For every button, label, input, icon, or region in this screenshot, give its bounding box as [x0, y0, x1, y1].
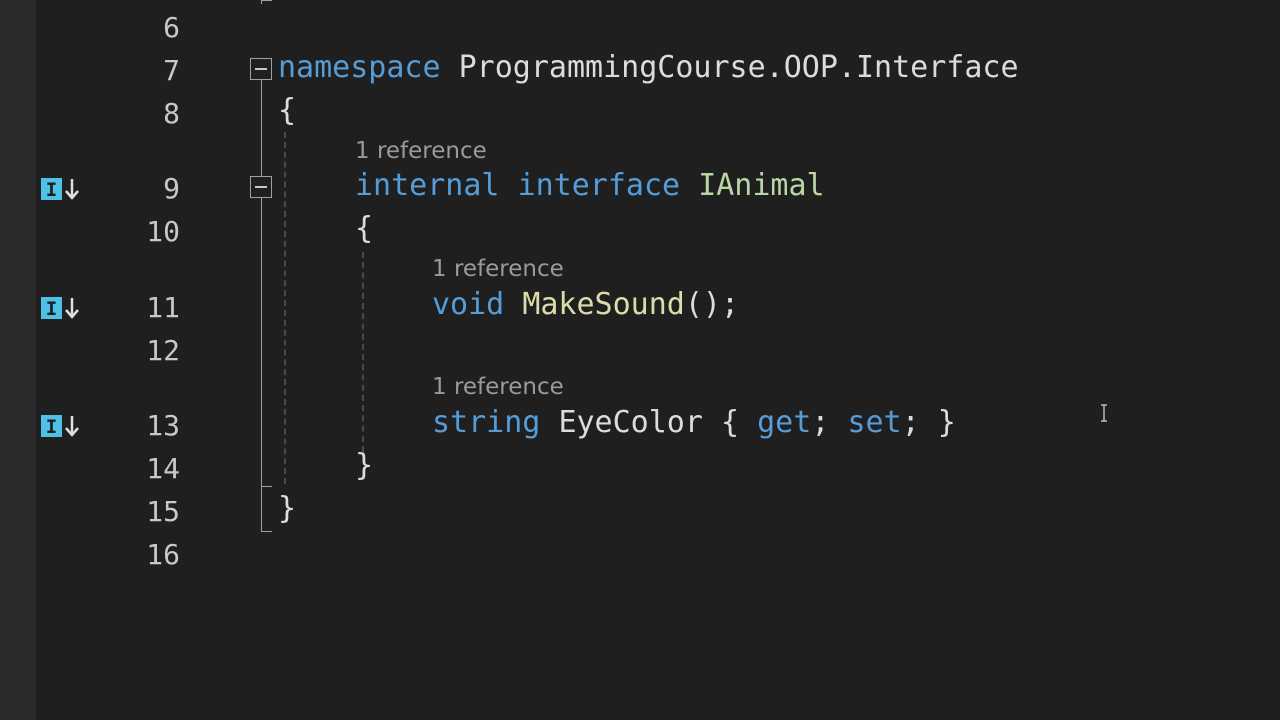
code-line-8[interactable]: { — [278, 96, 296, 126]
code-line-7[interactable]: namespace ProgrammingCourse.OOP.Interfac… — [278, 53, 1019, 83]
method-name: MakeSound — [522, 287, 685, 322]
line-number: 16 — [146, 538, 180, 571]
property-name: EyeColor — [558, 405, 703, 440]
close-brace: } — [278, 491, 297, 526]
line-number: 12 — [146, 334, 180, 367]
method-parens: (); — [684, 287, 740, 322]
property-close: ; } — [901, 405, 956, 440]
svg-text:I: I — [46, 179, 57, 201]
codelens-references[interactable]: 1 reference — [432, 376, 564, 399]
line-number: 9 — [163, 172, 180, 205]
keyword-namespace: namespace — [278, 50, 441, 85]
line-number: 8 — [163, 97, 180, 130]
open-brace: { — [278, 93, 297, 128]
keyword-internal: internal — [355, 168, 500, 203]
line-number: 7 — [163, 54, 180, 87]
property-open: { — [702, 405, 758, 440]
semicolon: ; — [811, 405, 848, 440]
collapse-minus-icon[interactable] — [250, 176, 272, 198]
line-number: 11 — [146, 291, 180, 324]
code-line-9[interactable]: internal interface IAnimal — [355, 171, 825, 201]
codelens-references[interactable]: 1 reference — [432, 258, 564, 281]
keyword-get: get — [757, 405, 812, 440]
code-editor[interactable]: 6 7 8 9 10 11 12 13 14 15 16 I I I names… — [0, 0, 1280, 720]
code-line-10[interactable]: { — [355, 214, 373, 244]
code-line-11[interactable]: void MakeSound(); — [432, 290, 739, 320]
keyword-set: set — [847, 405, 902, 440]
keyword-string: string — [432, 405, 541, 440]
code-line-15[interactable]: } — [278, 494, 296, 524]
implemented-by-icon[interactable]: I — [40, 413, 82, 439]
fold-line — [261, 0, 262, 4]
svg-text:I: I — [46, 298, 57, 320]
indent-guide — [284, 132, 286, 484]
fold-end-marker — [261, 531, 272, 532]
text-cursor-icon — [1101, 404, 1107, 422]
open-brace: { — [355, 211, 374, 246]
keyword-interface: interface — [517, 168, 681, 203]
close-brace: } — [355, 448, 374, 483]
fold-end-marker — [261, 486, 272, 487]
interface-name: IAnimal — [698, 168, 825, 203]
implemented-by-icon[interactable]: I — [40, 176, 82, 202]
fold-end-marker — [262, 0, 272, 1]
svg-text:I: I — [46, 416, 57, 438]
line-number: 6 — [163, 11, 180, 44]
code-line-13[interactable]: string EyeColor { get; set; } — [432, 408, 956, 438]
line-number: 10 — [146, 215, 180, 248]
line-number: 15 — [146, 495, 180, 528]
indent-guide — [362, 252, 364, 452]
collapse-minus-icon[interactable] — [250, 58, 272, 80]
line-number: 14 — [146, 452, 180, 485]
implemented-by-icon[interactable]: I — [40, 295, 82, 321]
fold-line — [261, 198, 262, 532]
glyph-margin — [0, 0, 36, 720]
fold-line — [261, 80, 262, 176]
line-number: 13 — [146, 409, 180, 442]
code-line-14[interactable]: } — [355, 451, 373, 481]
keyword-void: void — [432, 287, 505, 322]
namespace-name: ProgrammingCourse.OOP.Interface — [458, 50, 1019, 85]
codelens-references[interactable]: 1 reference — [355, 140, 487, 163]
